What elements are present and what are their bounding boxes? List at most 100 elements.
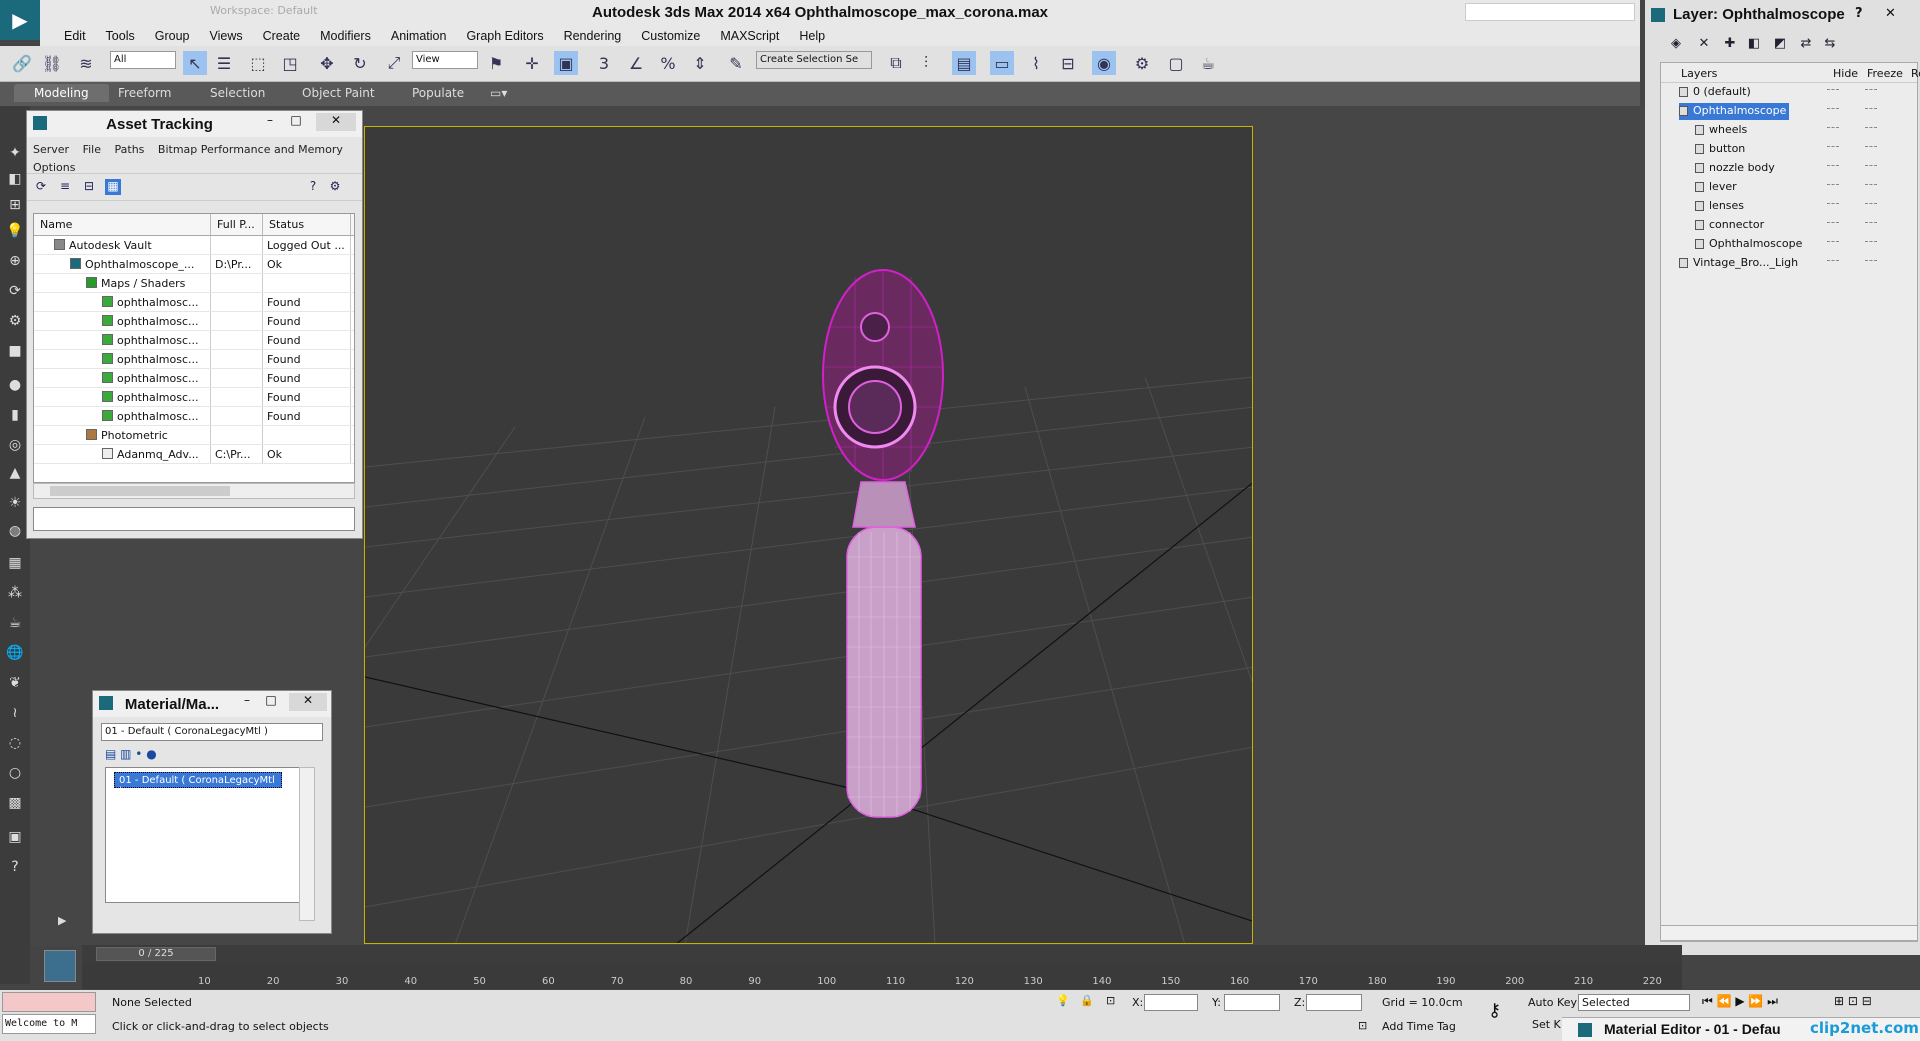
menu-create[interactable]: Create — [253, 26, 311, 46]
help-button[interactable]: ? — [1855, 6, 1863, 21]
key-mode-dropdown[interactable]: Selected — [1578, 994, 1690, 1011]
hierarchy-panel-icon[interactable]: ⊞ — [6, 196, 24, 214]
hide-toggle[interactable] — [1827, 260, 1839, 261]
scale-icon[interactable]: ⤢ — [382, 51, 406, 75]
close-button[interactable]: ✕ — [316, 113, 356, 131]
material-list-scrollbar[interactable] — [299, 767, 315, 921]
material-window-titlebar[interactable]: Material/Ma... – □ ✕ — [93, 691, 331, 717]
add-time-tag[interactable]: Add Time Tag — [1382, 1020, 1456, 1033]
layer-row[interactable]: Ophthalmoscope — [1661, 102, 1917, 121]
select-manipulate-icon[interactable]: ✛ — [520, 51, 544, 75]
column-render[interactable]: Re — [1911, 67, 1920, 80]
select-object-icon[interactable]: ↖ — [183, 51, 207, 75]
move-icon[interactable]: ✥ — [315, 51, 339, 75]
freeze-toggle[interactable] — [1865, 108, 1877, 109]
rotate-icon[interactable]: ↻ — [348, 51, 372, 75]
set-key-button[interactable]: Set K — [1532, 1018, 1561, 1031]
menu-group[interactable]: Group — [145, 26, 200, 46]
column-full-path[interactable]: Full P... — [211, 214, 263, 235]
table-row[interactable]: Photometric — [34, 426, 354, 445]
percent-snap-icon[interactable]: % — [656, 51, 680, 75]
time-slider-thumb[interactable]: 0 / 225 — [96, 947, 216, 961]
ophthalmoscope-neck[interactable] — [852, 481, 916, 528]
hide-all-icon[interactable]: ⇆ — [1821, 36, 1839, 54]
freeze-toggle[interactable] — [1865, 184, 1877, 185]
menu-paths[interactable]: Paths — [115, 143, 145, 156]
menu-modifiers[interactable]: Modifiers — [310, 26, 381, 46]
column-name[interactable]: Name — [34, 214, 211, 235]
align-icon[interactable]: ⫶ — [914, 51, 938, 75]
mini-curve-editor-button[interactable] — [44, 950, 76, 982]
asset-horizontal-scrollbar[interactable] — [33, 483, 355, 499]
table-view-icon[interactable]: ▦ — [105, 179, 121, 195]
tab-selection[interactable]: Selection — [210, 86, 265, 100]
window-crossing-icon[interactable]: ◳ — [278, 51, 302, 75]
material-name-field[interactable]: 01 - Default ( CoronaLegacyMtl ) — [101, 723, 323, 741]
create-panel-icon[interactable]: ✦ — [6, 144, 24, 162]
y-coordinate-field[interactable] — [1224, 994, 1280, 1011]
particle-icon[interactable]: ⁂ — [6, 584, 24, 602]
minimize-button[interactable]: – — [235, 693, 259, 711]
angle-snap-icon[interactable]: ∠ — [624, 51, 648, 75]
freeze-toggle[interactable] — [1865, 203, 1877, 204]
table-row[interactable]: ophthalmosc... Found — [34, 407, 354, 426]
menu-server[interactable]: Server — [33, 143, 69, 156]
menu-customize[interactable]: Customize — [631, 26, 710, 46]
column-hide[interactable]: Hide — [1833, 67, 1858, 80]
hide-toggle[interactable] — [1827, 222, 1839, 223]
spinner-snap-icon[interactable]: ⇕ — [688, 51, 712, 75]
layer-explorer-titlebar[interactable]: Layer: Ophthalmoscope ? ✕ — [1645, 0, 1920, 30]
teapot-icon[interactable]: ☕ — [6, 614, 24, 632]
menu-rendering[interactable]: Rendering — [554, 26, 632, 46]
perspective-viewport[interactable] — [364, 126, 1253, 944]
render-production-icon[interactable]: ☕ — [1196, 51, 1220, 75]
minimize-button[interactable]: – — [258, 113, 282, 131]
render-setup-icon[interactable]: ⚙ — [1130, 51, 1154, 75]
schematic-view-icon[interactable]: ⊟ — [1056, 51, 1080, 75]
freeze-toggle[interactable] — [1865, 260, 1877, 261]
tree-view-icon[interactable]: ⊟ — [81, 179, 97, 195]
menu-tools[interactable]: Tools — [96, 26, 145, 46]
geosphere-icon[interactable]: ◍ — [6, 522, 24, 540]
table-row[interactable]: ophthalmosc... Found — [34, 388, 354, 407]
key-icon[interactable]: ⚷ — [1488, 1000, 1501, 1021]
hide-toggle[interactable] — [1827, 146, 1839, 147]
modify-panel-icon[interactable]: ◧ — [6, 170, 24, 188]
time-tag-icon[interactable]: ⊡ — [1358, 1019, 1367, 1032]
sphere-icon[interactable]: ● — [6, 376, 24, 394]
layers-icon[interactable]: ◈ — [1667, 36, 1685, 54]
grid-icon[interactable]: ▩ — [6, 794, 24, 812]
isolate-selection-icon[interactable]: 💡 — [1056, 994, 1070, 1007]
render-sphere-icon[interactable]: ○ — [6, 764, 24, 782]
viewport-navigation-icon[interactable]: ⊞ ⊡ ⊟ — [1834, 994, 1872, 1008]
named-selection-dropdown[interactable]: Create Selection Se — [756, 51, 872, 69]
layer-row[interactable]: connector — [1661, 216, 1917, 235]
layer-row[interactable]: Vintage_Bro..._Ligh — [1661, 254, 1917, 273]
highlight-layer-icon[interactable]: ◩ — [1771, 36, 1789, 54]
refresh-icon[interactable]: ⟳ — [33, 179, 49, 195]
menu-file[interactable]: File — [83, 143, 101, 156]
space-warp-icon[interactable]: ⟳ — [6, 282, 24, 300]
shell-icon[interactable]: ◌ — [6, 734, 24, 752]
hide-toggle[interactable] — [1827, 165, 1839, 166]
expand-track-icon[interactable]: ▶ — [58, 914, 66, 927]
maximize-button[interactable]: □ — [259, 693, 283, 711]
hide-toggle[interactable] — [1827, 89, 1839, 90]
cone-icon[interactable]: ▲ — [6, 464, 24, 482]
maximize-button[interactable]: □ — [284, 113, 308, 131]
ribbon-options-icon[interactable]: ▭▾ — [490, 86, 507, 100]
freeze-toggle[interactable] — [1865, 241, 1877, 242]
close-button[interactable]: ✕ — [289, 693, 327, 711]
select-objects-icon[interactable]: ◧ — [1745, 36, 1763, 54]
table-row[interactable]: ophthalmosc... Found — [34, 350, 354, 369]
freeze-toggle[interactable] — [1865, 165, 1877, 166]
bind-space-warp-icon[interactable]: ≋ — [74, 51, 98, 75]
table-row[interactable]: ophthalmosc... Found — [34, 312, 354, 331]
auto-key-button[interactable]: Auto Key — [1528, 996, 1577, 1009]
hair-icon[interactable]: ≀ — [6, 704, 24, 722]
column-freeze[interactable]: Freeze — [1867, 67, 1903, 80]
add-layer-icon[interactable]: ✚ — [1721, 36, 1739, 54]
close-button[interactable]: ✕ — [1885, 6, 1896, 21]
cylinder-icon[interactable]: ▮ — [6, 406, 24, 424]
layer-row[interactable]: Ophthalmoscope — [1661, 235, 1917, 254]
